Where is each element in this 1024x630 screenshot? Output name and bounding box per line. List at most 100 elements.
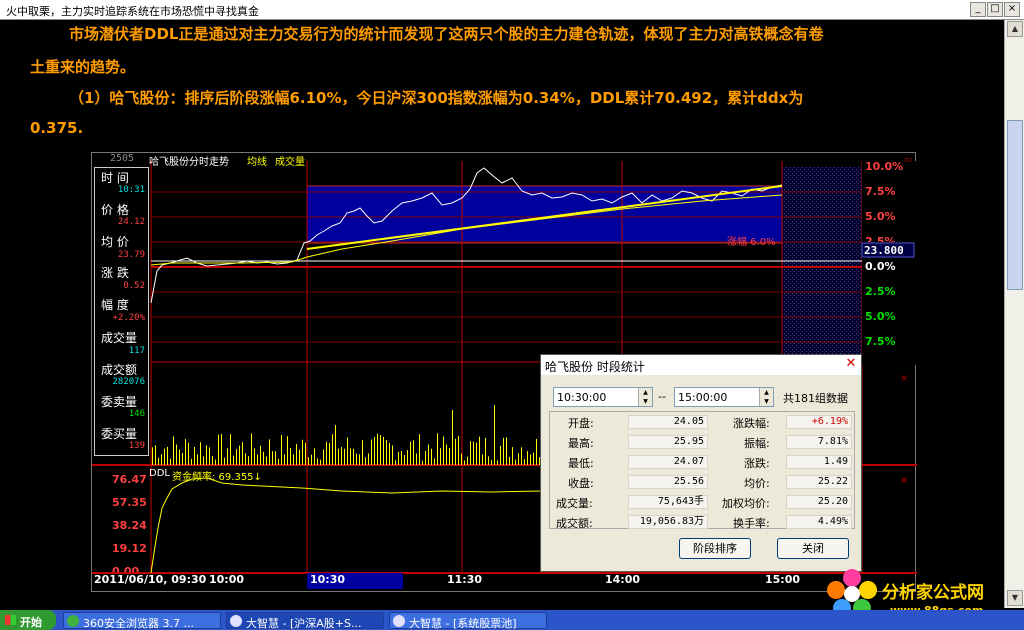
volume-bar <box>521 447 522 465</box>
volume-bar <box>170 458 171 465</box>
volume-bar <box>389 443 390 465</box>
dialog-close-button[interactable]: 关闭 <box>777 538 849 559</box>
info-volume-label: 成交量 <box>101 331 138 345</box>
end-time-input[interactable]: 15:00:00 ▲ ▼ <box>674 387 774 407</box>
taskbar-item-browser-label: 360安全浏览器 3.7 ... <box>83 617 194 630</box>
info-buy-label: 委买量 <box>101 427 138 441</box>
volume-bar <box>479 436 480 465</box>
info-time-label: 时 间 <box>101 171 129 185</box>
volume-bar <box>515 459 516 465</box>
volume-bar <box>266 456 267 465</box>
chart-header: 哈飞股份分时走势 <box>149 157 229 168</box>
close-button[interactable]: × <box>1004 2 1020 17</box>
volume-bar <box>293 454 294 465</box>
volume-bar <box>329 442 330 465</box>
volume-bar <box>527 451 528 465</box>
volume-bar <box>224 457 225 465</box>
start-time-input[interactable]: 10:30:00 ▲ ▼ <box>553 387 653 407</box>
volume-bar <box>209 447 210 465</box>
stat-open-label: 开盘: <box>568 417 594 430</box>
pct-label-up-3: 5.0% <box>865 210 896 223</box>
volume-bar <box>236 449 237 465</box>
volume-bar <box>455 438 456 465</box>
volume-bar <box>221 433 222 465</box>
pct-label-down-3: 7.5% <box>865 335 896 348</box>
volume-bar <box>188 442 189 465</box>
volume-bar <box>359 454 360 465</box>
end-time-spinner[interactable]: ▲ ▼ <box>759 388 773 406</box>
volume-bar <box>302 439 303 465</box>
start-time-spinner[interactable]: ▲ ▼ <box>638 388 652 406</box>
volume-bar <box>512 447 513 465</box>
stats-panel: 开盘: 24.05 最高: 25.95 最低: 24.07 收盘: 25.56 … <box>549 411 855 530</box>
volume-bar <box>287 436 288 465</box>
volume-bar <box>536 438 537 465</box>
volume-bar <box>449 447 450 465</box>
volume-close-icon: × <box>900 373 908 384</box>
volume-bar <box>398 451 399 465</box>
volume-bar <box>380 435 381 465</box>
volume-bar <box>203 456 204 465</box>
volume-bar <box>494 405 495 465</box>
volume-bar <box>470 441 471 465</box>
maximize-button[interactable]: □ <box>987 2 1003 17</box>
dialog-close-icon[interactable]: ✕ <box>844 357 858 371</box>
scroll-up-arrow-icon[interactable]: ▲ <box>1007 21 1023 37</box>
window-titlebar: 火中取栗，主力实时追踪系统在市场恐慌中寻找真金 _ □ × <box>0 0 1024 20</box>
scrollbar-thumb[interactable] <box>1007 120 1023 290</box>
taskbar-item-dazhihui-2-label: 大智慧 - [系统股票池] <box>409 617 517 630</box>
volume-bar <box>410 441 411 465</box>
volume-bar <box>284 454 285 465</box>
article-text: 市场潜伏者DDL正是通过对主力交易行为的统计而发现了这两只个股的主力建仓轨迹，体… <box>0 20 1004 150</box>
volume-bar <box>518 453 519 465</box>
taskbar-item-dazhihui-1[interactable]: 大智慧 - [沪深A股+S... <box>226 612 384 630</box>
volume-bar <box>422 460 423 465</box>
period-stats-dialog[interactable]: 哈飞股份 时段统计 ✕ 10:30:00 ▲ ▼ -- 15:00:00 ▲ ▼ 共… <box>540 354 862 572</box>
volume-bar <box>194 447 195 465</box>
taskbar-item-browser[interactable]: 360安全浏览器 3.7 ... <box>63 612 221 630</box>
volume-bar <box>416 453 417 465</box>
ddl-axis-3: 38.24 <box>112 519 147 532</box>
end-time-value: 15:00:00 <box>678 391 728 404</box>
volume-bar <box>356 453 357 465</box>
volume-bar <box>269 439 270 465</box>
time-axis-1500: 15:00 <box>765 573 801 586</box>
volume-bar <box>317 458 318 465</box>
stat-high-value: 25.95 <box>628 435 708 449</box>
volume-bar <box>248 456 249 465</box>
volume-bar <box>278 458 279 465</box>
volume-bar <box>473 441 474 465</box>
stat-amplitude-label: 振幅: <box>744 437 770 450</box>
start-button[interactable]: 开始 <box>0 610 56 630</box>
volume-bar <box>272 451 273 465</box>
stat-close-label: 收盘: <box>568 477 594 490</box>
volume-bar <box>308 457 309 465</box>
volume-bar <box>482 454 483 465</box>
volume-bar <box>476 442 477 465</box>
pct-label-down-1: 2.5% <box>865 285 896 298</box>
volume-bar <box>182 453 183 465</box>
volume-bar <box>257 454 258 465</box>
volume-bar <box>215 459 216 465</box>
minimize-button[interactable]: _ <box>970 2 986 17</box>
browser-icon <box>67 615 79 627</box>
volume-bar <box>275 451 276 465</box>
data-count: 共181组数据 <box>783 392 848 405</box>
window-title: 火中取栗，主力实时追踪系统在市场恐慌中寻找真金 <box>6 5 259 18</box>
volume-bar <box>437 433 438 465</box>
stat-close-value: 25.56 <box>628 475 708 489</box>
sort-button[interactable]: 阶段排序 <box>679 538 751 559</box>
flower-logo-icon <box>827 569 877 616</box>
volume-bar <box>296 444 297 465</box>
volume-bar <box>179 449 180 465</box>
taskbar-item-dazhihui-2[interactable]: 大智慧 - [系统股票池] <box>389 612 547 630</box>
volume-bar <box>362 440 363 465</box>
volume-bar <box>245 453 246 465</box>
info-avg-label: 均 价 <box>101 235 129 249</box>
vertical-scrollbar[interactable]: ▲ ▼ <box>1004 20 1024 608</box>
volume-bar <box>344 448 345 465</box>
panel-close-icon: ▭ <box>904 155 913 165</box>
volume-bar <box>239 445 240 465</box>
volume-bar <box>491 459 492 465</box>
legend-average: 均线 <box>247 157 267 168</box>
